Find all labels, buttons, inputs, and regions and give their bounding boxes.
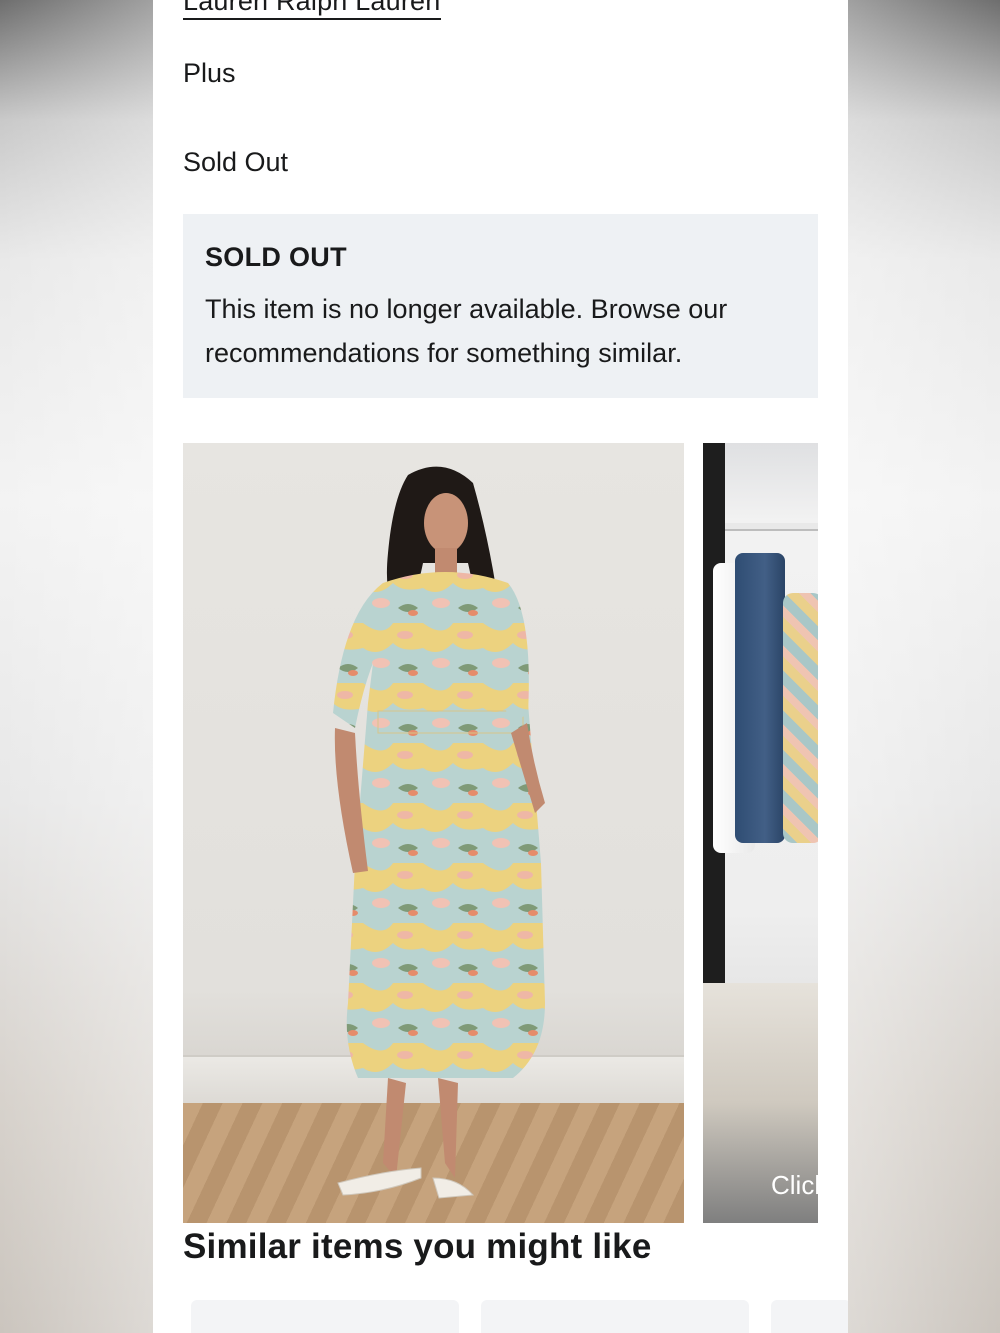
product-page: Lauren Ralph Lauren Plus Sold Out SOLD O…: [153, 0, 848, 1333]
similar-items-heading: Similar items you might like: [183, 1227, 652, 1266]
notice-title: SOLD OUT: [205, 242, 347, 272]
size-type-label: Plus: [183, 58, 236, 88]
denim-jacket: [735, 553, 785, 843]
product-video-thumbnail[interactable]: Click: [703, 443, 818, 1223]
product-image-carousel[interactable]: Click: [183, 443, 818, 1223]
product-image-main[interactable]: [183, 443, 684, 1223]
availability-status: Sold Out: [183, 147, 289, 177]
video-overlay-label[interactable]: Click: [771, 1170, 818, 1201]
recommendation-card[interactable]: [771, 1300, 848, 1333]
sold-out-notice: SOLD OUT This item is no longer availabl…: [183, 214, 818, 398]
backdrop-right: [847, 0, 1000, 1333]
printed-dress: [783, 593, 818, 843]
backdrop-left: [0, 0, 153, 1333]
brand-link[interactable]: Lauren Ralph Lauren: [183, 0, 441, 20]
recommendation-card[interactable]: [191, 1300, 459, 1333]
notice-message: This item is no longer available. Browse…: [205, 294, 728, 368]
recommendation-card[interactable]: [481, 1300, 749, 1333]
model-figure: [333, 466, 545, 1199]
